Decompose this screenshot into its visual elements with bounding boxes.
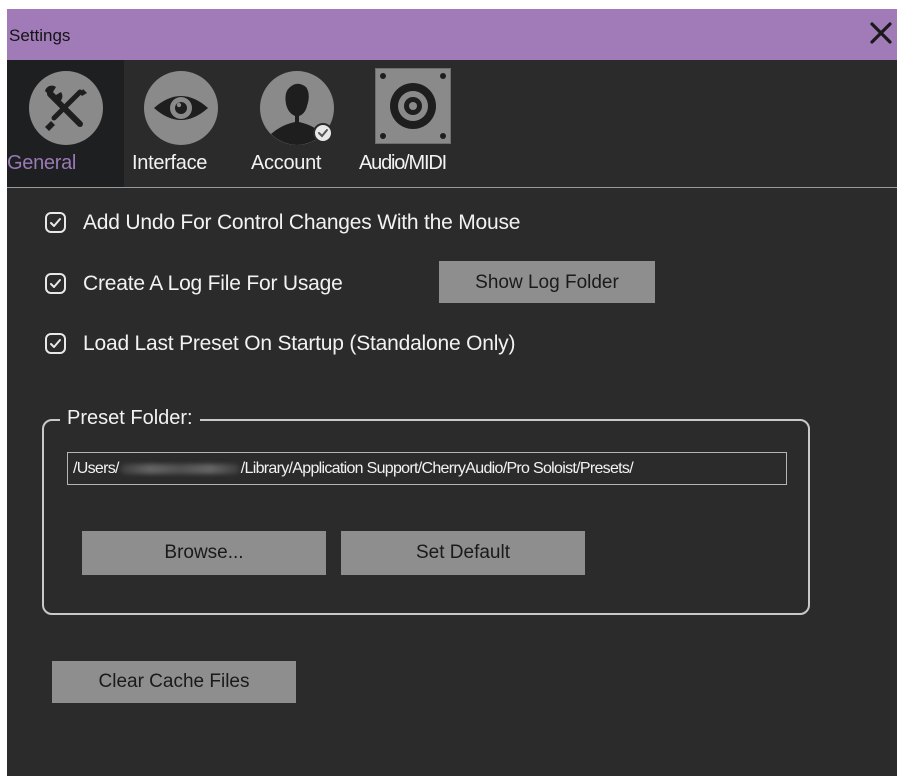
settings-window: Settings General Interface Account Audio… (7, 9, 897, 776)
checkmark-icon (50, 218, 61, 227)
path-suffix: /Library/Application Support/CherryAudio… (240, 460, 634, 477)
set-default-button[interactable]: Set Default (341, 531, 585, 575)
preset-folder-legend: Preset Folder: (60, 407, 200, 430)
eye-icon (144, 71, 218, 145)
option-add-undo[interactable]: Add Undo For Control Changes With the Mo… (45, 209, 645, 241)
add-undo-label: Add Undo For Control Changes With the Mo… (83, 211, 521, 234)
checkmark-icon (50, 339, 61, 348)
speaker-icon (375, 68, 451, 144)
preset-folder-group (42, 419, 810, 615)
tab-interface[interactable]: Interface (125, 60, 235, 187)
show-log-folder-button[interactable]: Show Log Folder (439, 261, 655, 303)
add-undo-checkbox[interactable] (45, 212, 66, 233)
create-log-checkbox[interactable] (45, 273, 66, 294)
tab-label-general: General (7, 152, 77, 174)
checkmark-icon (50, 279, 61, 288)
tab-general[interactable]: General (7, 60, 124, 187)
load-last-preset-label: Load Last Preset On Startup (Standalone … (83, 332, 516, 355)
window-title: Settings (9, 26, 71, 45)
option-create-log[interactable]: Create A Log File For Usage (45, 270, 405, 302)
tab-label-audio-midi: Audio/MIDI (359, 152, 447, 174)
tab-label-account: Account (251, 152, 322, 174)
tab-label-interface: Interface (132, 152, 208, 174)
clear-cache-button[interactable]: Clear Cache Files (52, 661, 296, 703)
browse-button[interactable]: Browse... (82, 531, 326, 575)
wrench-screwdriver-icon (29, 71, 103, 145)
load-last-preset-checkbox[interactable] (45, 333, 66, 354)
option-load-last-preset[interactable]: Load Last Preset On Startup (Standalone … (45, 330, 645, 362)
user-icon (260, 71, 334, 145)
redacted-username (119, 463, 240, 474)
path-prefix: /Users/ (73, 460, 119, 477)
tab-account[interactable]: Account (242, 60, 354, 187)
close-button[interactable] (867, 19, 895, 47)
tab-audio-midi[interactable]: Audio/MIDI (355, 60, 470, 187)
title-bar: Settings (7, 9, 897, 60)
preset-folder-path-field[interactable]: /Users/ /Library/Application Support/Cher… (67, 452, 787, 485)
tab-divider (7, 187, 897, 188)
close-icon (870, 22, 892, 44)
create-log-label: Create A Log File For Usage (83, 272, 343, 295)
